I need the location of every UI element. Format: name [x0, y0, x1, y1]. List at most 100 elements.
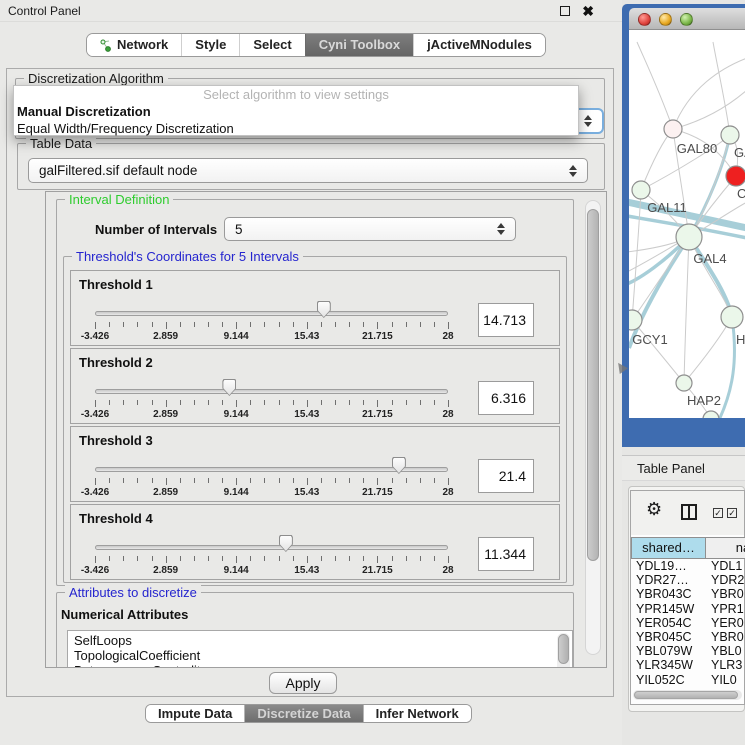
tick-label: 21.715: [355, 565, 399, 576]
attribute-list-item[interactable]: SelfLoops: [74, 633, 572, 648]
network-canvas[interactable]: GAL80GACGAL11GAL4GCY1HHAP2: [629, 30, 745, 418]
table-data-combobox[interactable]: galFiltered.sif default node: [28, 158, 588, 183]
network-node-c[interactable]: [726, 166, 745, 186]
slider-thumb[interactable]: [279, 535, 293, 552]
table-toolbar: ⚙ ✓ ✓: [631, 491, 744, 535]
threshold-slider[interactable]: [95, 311, 448, 316]
tick-label: 9.144: [214, 565, 258, 576]
dropdown-item[interactable]: Manual Discretization: [14, 103, 578, 120]
network-node-h[interactable]: [721, 306, 743, 328]
screen: Control Panel ✖ NetworkStyleSelectCyni T…: [0, 0, 745, 745]
tick-label: -3.426: [73, 487, 117, 498]
spinner-arrows-icon: [584, 115, 593, 127]
gear-icon[interactable]: ⚙: [646, 500, 662, 518]
table-column-header[interactable]: shared…: [631, 537, 706, 559]
network-node-hap2[interactable]: [676, 375, 692, 391]
interval-definition-group: Interval Definition Number of Intervals …: [56, 199, 574, 586]
table-row[interactable]: YBL079WYBL0: [631, 644, 745, 658]
threshold-panel-1: Threshold 1 -3.4262.8599.14415.4321.7152…: [70, 270, 560, 346]
checkbox-icon[interactable]: ✓: [713, 508, 723, 518]
bottom-tab-impute-data[interactable]: Impute Data: [146, 705, 244, 722]
number-of-intervals-label: Number of Intervals: [95, 222, 217, 237]
control-panel-title: Control Panel: [8, 4, 81, 18]
tab-jactivemnodules[interactable]: jActiveMNodules: [413, 34, 545, 56]
table-row[interactable]: YIL052CYIL0: [631, 673, 745, 687]
network-node[interactable]: [703, 411, 719, 418]
threshold-value-field[interactable]: 14.713: [478, 303, 534, 337]
minimize-traffic-light-icon[interactable]: [659, 13, 672, 26]
tab-select[interactable]: Select: [239, 34, 304, 56]
column-selector-icon[interactable]: [681, 504, 697, 520]
horizontal-scrollbar[interactable]: [633, 690, 742, 700]
network-node-gal11[interactable]: [632, 181, 650, 199]
horizontal-scrollbar-thumb[interactable]: [634, 691, 738, 699]
threshold-value-field[interactable]: 21.4: [478, 459, 534, 493]
tick-label: 28: [426, 331, 470, 342]
network-node-label: GCY1: [632, 332, 667, 347]
network-node-gal80[interactable]: [664, 120, 682, 138]
table-row[interactable]: YPR145WYPR1: [631, 602, 745, 616]
table-row[interactable]: YBR045CYBR0: [631, 630, 745, 644]
slider-thumb[interactable]: [392, 457, 406, 474]
tab-style[interactable]: Style: [181, 34, 239, 56]
table-row[interactable]: YDR27…YDR2: [631, 573, 745, 587]
spinner-arrows-icon: [569, 165, 578, 177]
dropdown-hint[interactable]: Select algorithm to view settings: [14, 86, 578, 103]
tick-label: 2.859: [144, 565, 188, 576]
bottom-tab-infer-network[interactable]: Infer Network: [363, 705, 471, 722]
list-scrollbar[interactable]: [557, 633, 570, 668]
table-data-value: galFiltered.sif default node: [39, 163, 197, 178]
network-node-gal4[interactable]: [676, 224, 702, 250]
zoom-traffic-light-icon[interactable]: [680, 13, 693, 26]
network-node-ga[interactable]: [721, 126, 739, 144]
network-node-label: GAL11: [647, 200, 687, 215]
network-node-label: H: [736, 332, 745, 347]
threshold-slider[interactable]: [95, 467, 448, 472]
number-of-intervals-combobox[interactable]: 5: [224, 217, 516, 241]
tick-label: 2.859: [144, 487, 188, 498]
close-traffic-light-icon[interactable]: [638, 13, 651, 26]
network-node-label: GAL80: [677, 141, 717, 156]
table-row[interactable]: YLR345WYLR3: [631, 658, 745, 672]
bottom-tab-discretize-data[interactable]: Discretize Data: [244, 705, 362, 722]
slider-thumb[interactable]: [317, 301, 331, 318]
table-column-header[interactable]: na: [706, 537, 745, 559]
tab-network[interactable]: Network: [87, 34, 181, 56]
threshold-slider[interactable]: [95, 545, 448, 550]
network-node-gcy1[interactable]: [629, 310, 642, 330]
tick-label: 15.43: [285, 331, 329, 342]
float-window-icon[interactable]: [560, 6, 570, 16]
dropdown-item[interactable]: Equal Width/Frequency Discretization: [14, 120, 578, 137]
tick-label: 9.144: [214, 409, 258, 420]
close-icon[interactable]: ✖: [582, 0, 594, 22]
apply-button[interactable]: Apply: [269, 672, 337, 694]
tick-label: 21.715: [355, 331, 399, 342]
table-rows: YDL19…YDL1YDR27…YDR2YBR043CYBR0YPR145WYP…: [631, 559, 745, 691]
table-data-group: Table Data galFiltered.sif default node: [17, 143, 605, 190]
node-table: ⚙ ✓ ✓ shared…na YDL19…YDL1YDR27…YDR2YBR0…: [630, 490, 745, 705]
tab-cyni-toolbox[interactable]: Cyni Toolbox: [305, 34, 413, 56]
tick-label: -3.426: [73, 409, 117, 420]
table-row[interactable]: YDL19…YDL1: [631, 559, 745, 573]
table-panel-title: Table Panel: [622, 455, 745, 481]
threshold-slider[interactable]: [95, 389, 448, 394]
attribute-list-item[interactable]: TopologicalCoefficient: [74, 648, 572, 663]
table-row[interactable]: YBR043CYBR0: [631, 587, 745, 601]
vertical-scrollbar-thumb[interactable]: [587, 209, 599, 561]
threshold-value-field[interactable]: 6.316: [478, 381, 534, 415]
threshold-label: Threshold 2: [79, 355, 153, 370]
vertical-scrollbar[interactable]: [585, 200, 601, 655]
control-panel: Control Panel ✖ NetworkStyleSelectCyni T…: [0, 0, 622, 745]
tick-label: 15.43: [285, 487, 329, 498]
attributes-group-label: Attributes to discretize: [65, 585, 201, 600]
numerical-attributes-list[interactable]: SelfLoopsTopologicalCoefficientBetweenne…: [67, 630, 573, 668]
table-row[interactable]: YER054CYER0: [631, 616, 745, 630]
threshold-value-field[interactable]: 11.344: [478, 537, 534, 571]
checkbox-icon[interactable]: ✓: [727, 508, 737, 518]
control-panel-titlebar: Control Panel ✖: [0, 0, 622, 22]
network-node-label: HAP2: [687, 393, 721, 408]
thresholds-group-label: Threshold's Coordinates for 5 Intervals: [72, 249, 303, 264]
slider-thumb[interactable]: [222, 379, 236, 396]
tick-label: 15.43: [285, 565, 329, 576]
attribute-list-item[interactable]: BetweennessCentrality: [74, 663, 572, 668]
